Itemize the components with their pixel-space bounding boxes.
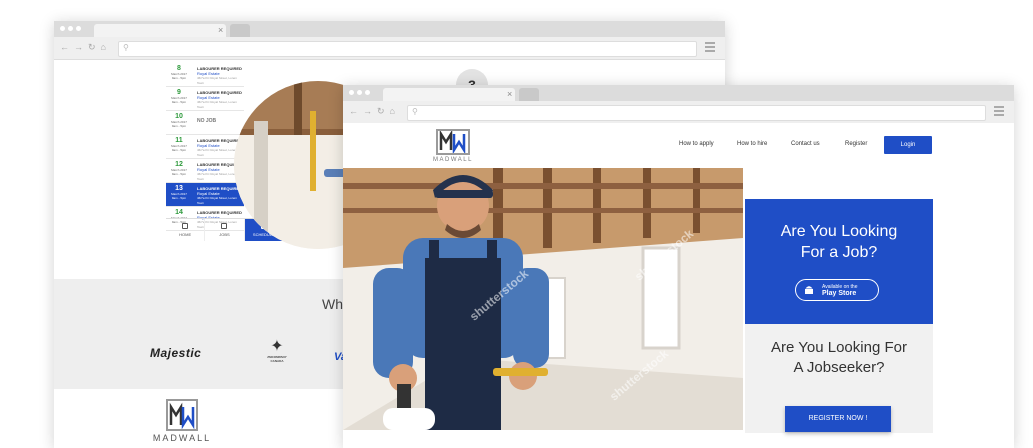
window-controls[interactable]: [349, 90, 370, 95]
maple-leaf-icon: ✦: [270, 338, 284, 355]
hero-worker-illustration: [343, 168, 743, 430]
nav-contact-us[interactable]: Contact us: [791, 141, 820, 147]
schedule-time: 9am - 5pm: [171, 124, 187, 128]
client-logo-zm-sub: CANADA: [270, 359, 284, 363]
tab-bar: ×: [54, 21, 725, 37]
job-seeker-card: Are You Looking For a Job? Available on …: [745, 199, 933, 324]
window-controls[interactable]: [60, 26, 81, 31]
tab-bar: ×: [343, 85, 1014, 101]
schedule-time: 9am - 5pm: [171, 76, 187, 80]
schedule-day: 10: [175, 113, 183, 120]
register-now-button[interactable]: REGISTER NOW !: [785, 406, 891, 432]
job-address: 46/7a KC Royal Street, Lorem Town: [197, 76, 238, 85]
search-icon: ⚲: [123, 43, 129, 52]
schedule-time: 9am - 5pm: [171, 148, 187, 152]
home-icon[interactable]: ⌂: [101, 42, 106, 53]
job-address: 46/7a KC Royal Street, Lorem Town: [197, 100, 238, 109]
site-logo[interactable]: MADWALL: [429, 129, 477, 163]
app-nav-home[interactable]: HOME: [166, 219, 206, 241]
clients-section: Who Majestic ✦ ZMCOMPANY CANADA Va: [54, 279, 374, 389]
browser-toolbar: ← → ↻ ⌂ ⚲: [343, 101, 1014, 124]
login-button[interactable]: Login: [884, 136, 932, 154]
footer-logo: MADWALL: [152, 399, 212, 443]
reload-icon[interactable]: ↻: [88, 42, 96, 53]
madwall-logo-mark: [436, 129, 470, 155]
job-card-heading: Are You Looking For a Job?: [745, 221, 933, 263]
schedule-day: 13: [175, 185, 183, 192]
browser-toolbar: ← → ↻ ⌂ ⚲: [54, 37, 725, 60]
address-bar[interactable]: ⚲: [407, 105, 986, 121]
schedule-row[interactable]: 8 March 2017 9am - 5pm LABOURER REQUIRED Ro…: [166, 63, 244, 87]
close-tab-icon[interactable]: ×: [218, 24, 223, 37]
hero-image: shutterstock shutterstock shutterstock: [343, 168, 743, 430]
madwall-logo-mark: [166, 399, 198, 431]
app-nav-jobs[interactable]: JOBS: [205, 219, 245, 241]
home-icon[interactable]: ⌂: [390, 106, 395, 117]
address-bar[interactable]: ⚲: [118, 41, 697, 57]
seeker-card-line1: Are You Looking For: [771, 339, 907, 356]
seeker-card-heading: Are You Looking For A Jobseeker?: [745, 338, 933, 378]
job-card-line1: Are You Looking: [780, 223, 898, 240]
site-header: MADWALL How to apply How to hire Contact…: [343, 123, 1014, 164]
android-icon: [804, 284, 814, 300]
schedule-row[interactable]: 12 March 2017 9am - 5pm LABOURER REQUIRED R…: [166, 159, 244, 183]
front-browser-window: × ← → ↻ ⌂ ⚲ MADWALL How to apply How to …: [343, 85, 1014, 448]
play-store-line2: Play Store: [822, 290, 857, 297]
schedule-day: 14: [175, 209, 183, 216]
search-icon: ⚲: [412, 107, 418, 116]
site-logo-text: MADWALL: [433, 157, 473, 163]
schedule-row[interactable]: 10 March 2017 9am - 5pm NO JOB: [166, 111, 244, 135]
close-tab-icon[interactable]: ×: [507, 88, 512, 101]
play-store-button[interactable]: Available on the Play Store: [795, 279, 879, 301]
schedule-day: 8: [177, 65, 181, 72]
schedule-row[interactable]: 9 March 2017 9am - 5pm LABOURER REQUIRED Ro…: [166, 87, 244, 111]
schedule-time: 9am - 5pm: [171, 172, 187, 176]
forward-icon[interactable]: →: [363, 106, 372, 117]
schedule-list: 8 March 2017 9am - 5pm LABOURER REQUIRED Ro…: [166, 63, 244, 231]
footer-logo-text: MADWALL: [152, 433, 212, 443]
employer-card: Are You Looking For A Jobseeker? REGISTE…: [745, 324, 933, 433]
job-card-line2: For a Job?: [800, 244, 878, 261]
client-logo-zmcompany: ✦ ZMCOMPANY CANADA: [262, 338, 292, 364]
back-icon[interactable]: ←: [60, 42, 69, 53]
menu-icon[interactable]: [705, 42, 715, 54]
new-tab-button[interactable]: [519, 88, 539, 101]
nav-how-to-apply[interactable]: How to apply: [679, 141, 714, 147]
new-tab-button[interactable]: [230, 24, 250, 37]
client-logo-majestic: Majestic: [150, 346, 202, 360]
job-address: 46/7a KC Royal Street, Lorem Town: [197, 196, 238, 205]
reload-icon[interactable]: ↻: [377, 106, 385, 117]
browser-tab[interactable]: ×: [383, 88, 515, 101]
seeker-card-line2: A Jobseeker?: [793, 359, 885, 376]
nav-register[interactable]: Register: [845, 141, 867, 147]
schedule-time: 9am - 5pm: [171, 100, 187, 104]
schedule-day: 9: [177, 89, 181, 96]
schedule-day: 11: [175, 137, 183, 144]
schedule-time: 9am - 5pm: [171, 196, 187, 200]
browser-tab[interactable]: ×: [94, 24, 226, 37]
schedule-row-selected[interactable]: 13 March 2017 9am - 5pm LABOURER REQUIRED R…: [166, 183, 244, 207]
schedule-day: 12: [175, 161, 183, 168]
forward-icon[interactable]: →: [74, 42, 83, 53]
back-icon[interactable]: ←: [349, 106, 358, 117]
menu-icon[interactable]: [994, 106, 1004, 118]
job-title: NO JOB: [197, 118, 217, 124]
schedule-row[interactable]: 11 March 2017 9am - 5pm LABOURER REQUIRED R…: [166, 135, 244, 159]
nav-how-to-hire[interactable]: How to hire: [737, 141, 767, 147]
